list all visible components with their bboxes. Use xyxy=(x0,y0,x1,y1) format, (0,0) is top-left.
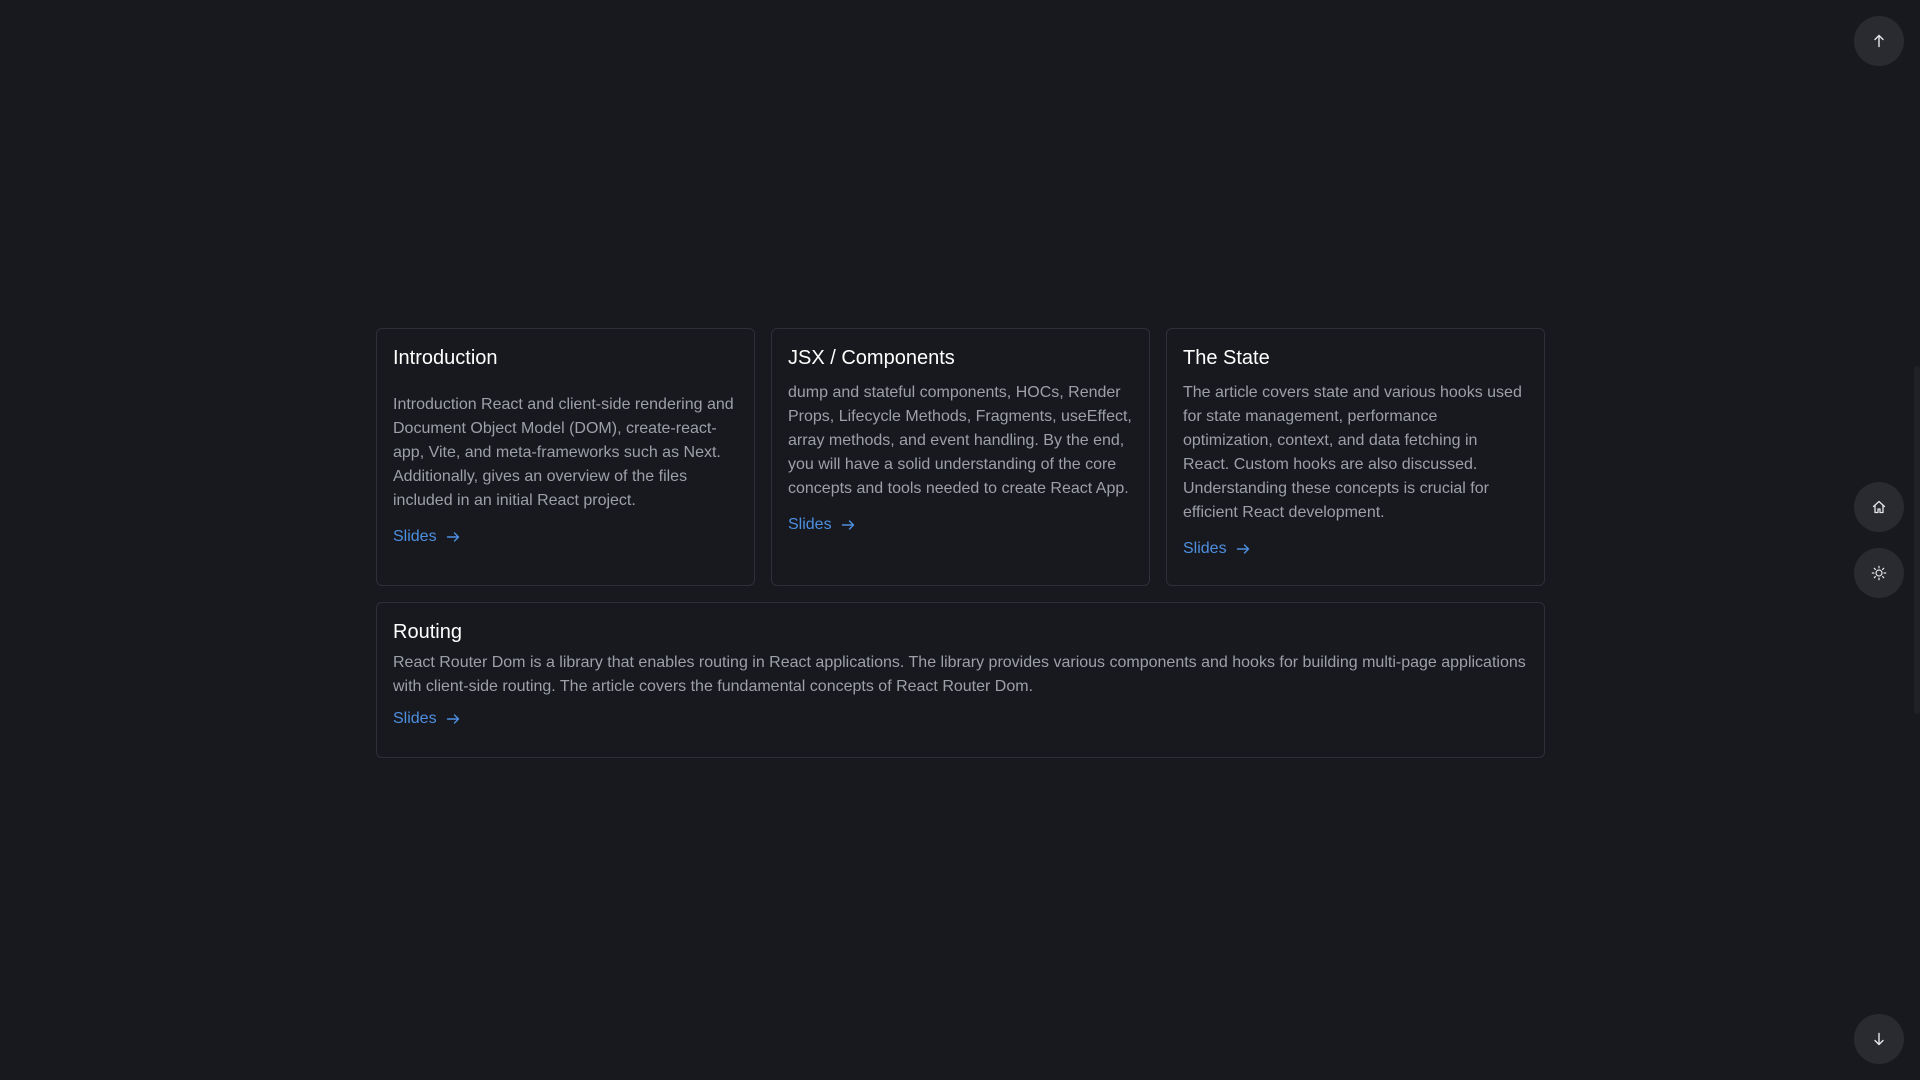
theme-toggle-button[interactable] xyxy=(1854,548,1904,598)
card-description: The article covers state and various hoo… xyxy=(1183,384,1522,521)
card-description: dump and stateful components, HOCs, Rend… xyxy=(788,384,1132,497)
card-jsx-components: JSX / Components dump and stateful compo… xyxy=(771,328,1150,586)
slides-link-introduction[interactable]: Slides xyxy=(393,525,461,549)
scroll-up-button[interactable] xyxy=(1854,16,1904,66)
card-description: React Router Dom is a library that enabl… xyxy=(393,654,1526,695)
card-title: Introduction xyxy=(393,347,498,369)
course-grid: Introduction Introduction React and clie… xyxy=(376,328,1545,758)
arrow-right-icon xyxy=(1236,544,1249,554)
slides-link-the-state[interactable]: Slides xyxy=(1183,537,1251,561)
sun-icon xyxy=(1871,565,1887,581)
card-description: Introduction React and client-side rende… xyxy=(393,396,734,509)
slides-link-label: Slides xyxy=(393,710,437,727)
arrow-right-icon xyxy=(446,532,459,542)
card-the-state: The State The article covers state and v… xyxy=(1166,328,1545,586)
slides-link-label: Slides xyxy=(788,516,832,533)
card-title: Routing xyxy=(393,621,462,643)
card-title: JSX / Components xyxy=(788,347,955,369)
arrow-right-icon xyxy=(446,714,459,724)
slides-link-label: Slides xyxy=(1183,540,1227,557)
scroll-down-button[interactable] xyxy=(1854,1014,1904,1064)
slides-link-jsx-components[interactable]: Slides xyxy=(788,513,856,537)
arrow-down-icon xyxy=(1874,1032,1884,1046)
arrow-up-icon xyxy=(1874,34,1884,48)
card-title: The State xyxy=(1183,347,1270,369)
card-introduction: Introduction Introduction React and clie… xyxy=(376,328,755,586)
arrow-right-icon xyxy=(841,520,854,530)
scrollbar-thumb[interactable] xyxy=(1914,366,1920,714)
home-icon xyxy=(1872,500,1886,514)
slides-link-label: Slides xyxy=(393,528,437,545)
card-routing: Routing React Router Dom is a library th… xyxy=(376,602,1545,758)
scrollbar[interactable] xyxy=(1914,0,1920,1080)
slides-link-routing[interactable]: Slides xyxy=(393,707,461,731)
home-button[interactable] xyxy=(1854,482,1904,532)
